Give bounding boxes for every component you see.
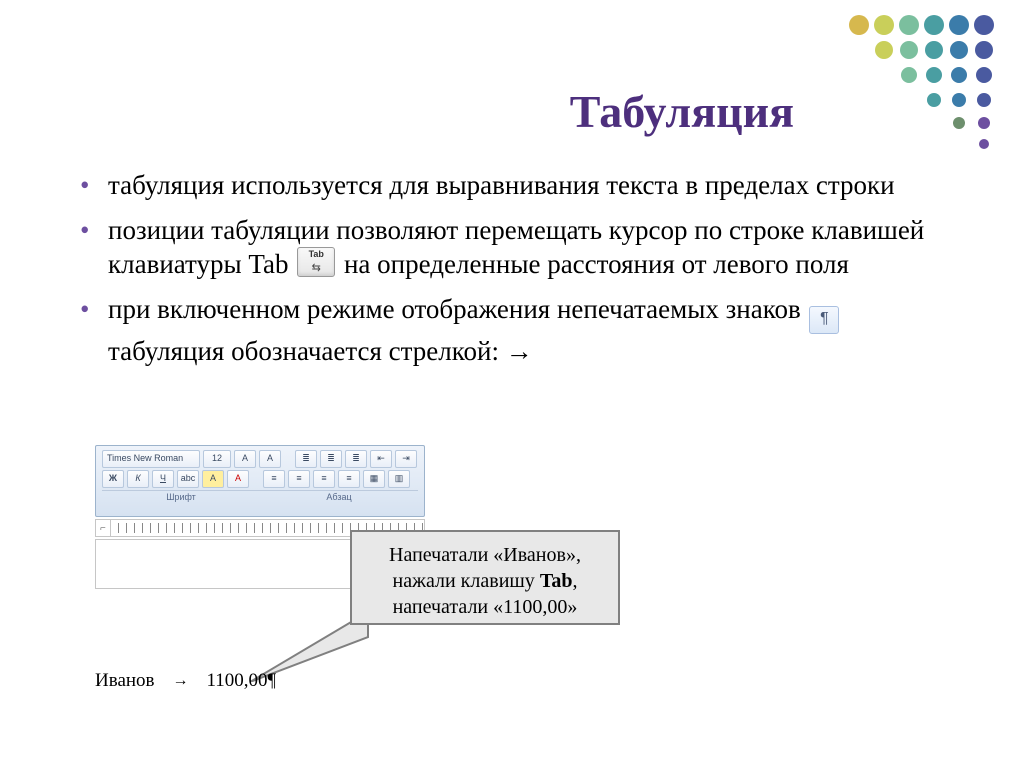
- font-size-combo: 12: [203, 450, 231, 468]
- callout-line2-a: нажали клавишу: [393, 570, 540, 592]
- align-center-icon: ≡: [288, 470, 310, 488]
- font-color-icon: A: [227, 470, 249, 488]
- example-word2: 1100,00¶: [207, 670, 277, 692]
- bullet-2: позиции табуляции позволяют перемещать к…: [80, 213, 934, 282]
- callout-line2: нажали клавишу Tab,: [364, 568, 606, 594]
- ribbon-group-font: Шрифт: [102, 491, 260, 502]
- example-text-line: Иванов → 1100,00¶: [95, 670, 276, 692]
- list-bullets-icon: ≣: [295, 450, 317, 468]
- ribbon-group-para: Абзац: [260, 491, 418, 502]
- align-left-icon: ≡: [263, 470, 285, 488]
- strike-icon: abc: [177, 470, 199, 488]
- bullet-2-text-b: на определенные расстояния от левого пол…: [337, 249, 849, 279]
- justify-icon: ≡: [338, 470, 360, 488]
- decorative-dots: [844, 10, 1014, 150]
- list-multilevel-icon: ≣: [345, 450, 367, 468]
- slide-title: Табуляция: [50, 85, 794, 138]
- example-word1: Иванов: [95, 670, 155, 692]
- indent-increase-icon: ⇥: [395, 450, 417, 468]
- highlight-icon: A: [202, 470, 224, 488]
- bullet-list: табуляция используется для выравнивания …: [80, 168, 934, 368]
- callout-line3: напечатали «1100,00»: [364, 594, 606, 620]
- bullet-1-text: табуляция используется для выравнивания …: [108, 170, 895, 200]
- bullet-1: табуляция используется для выравнивания …: [80, 168, 934, 203]
- pilcrow-icon: ¶: [809, 306, 839, 334]
- bullet-3-text-b: табуляция обозначается стрелкой: →: [108, 336, 533, 366]
- underline-icon: Ч: [152, 470, 174, 488]
- tab-key-icon: [297, 247, 335, 277]
- bullet-3: при включенном режиме отображения непеча…: [80, 292, 934, 369]
- indent-decrease-icon: ⇤: [370, 450, 392, 468]
- grow-font-icon: A: [234, 450, 256, 468]
- shading-icon: ▦: [363, 470, 385, 488]
- align-right-icon: ≡: [313, 470, 335, 488]
- callout-line1: Напечатали «Иванов»,: [364, 542, 606, 568]
- font-name-combo: Times New Roman: [102, 450, 200, 468]
- bold-icon: Ж: [102, 470, 124, 488]
- slide-root: Табуляция табуляция используется для выр…: [0, 0, 1024, 767]
- callout-line2-b: Tab: [540, 570, 573, 592]
- list-numbers-icon: ≣: [320, 450, 342, 468]
- borders-icon: ▥: [388, 470, 410, 488]
- callout-line2-c: ,: [572, 570, 577, 592]
- shrink-font-icon: A: [259, 450, 281, 468]
- bullet-3-text-a: при включенном режиме отображения непеча…: [108, 294, 807, 324]
- callout: Напечатали «Иванов», нажали клавишу Tab,…: [350, 530, 620, 625]
- italic-icon: К: [127, 470, 149, 488]
- tab-arrow-icon: →: [173, 672, 189, 690]
- ribbon: Times New Roman 12 A A ≣ ≣ ≣ ⇤ ⇥ Ж К Ч a…: [95, 445, 425, 517]
- tab-stop-selector-icon: ⌐: [96, 520, 111, 536]
